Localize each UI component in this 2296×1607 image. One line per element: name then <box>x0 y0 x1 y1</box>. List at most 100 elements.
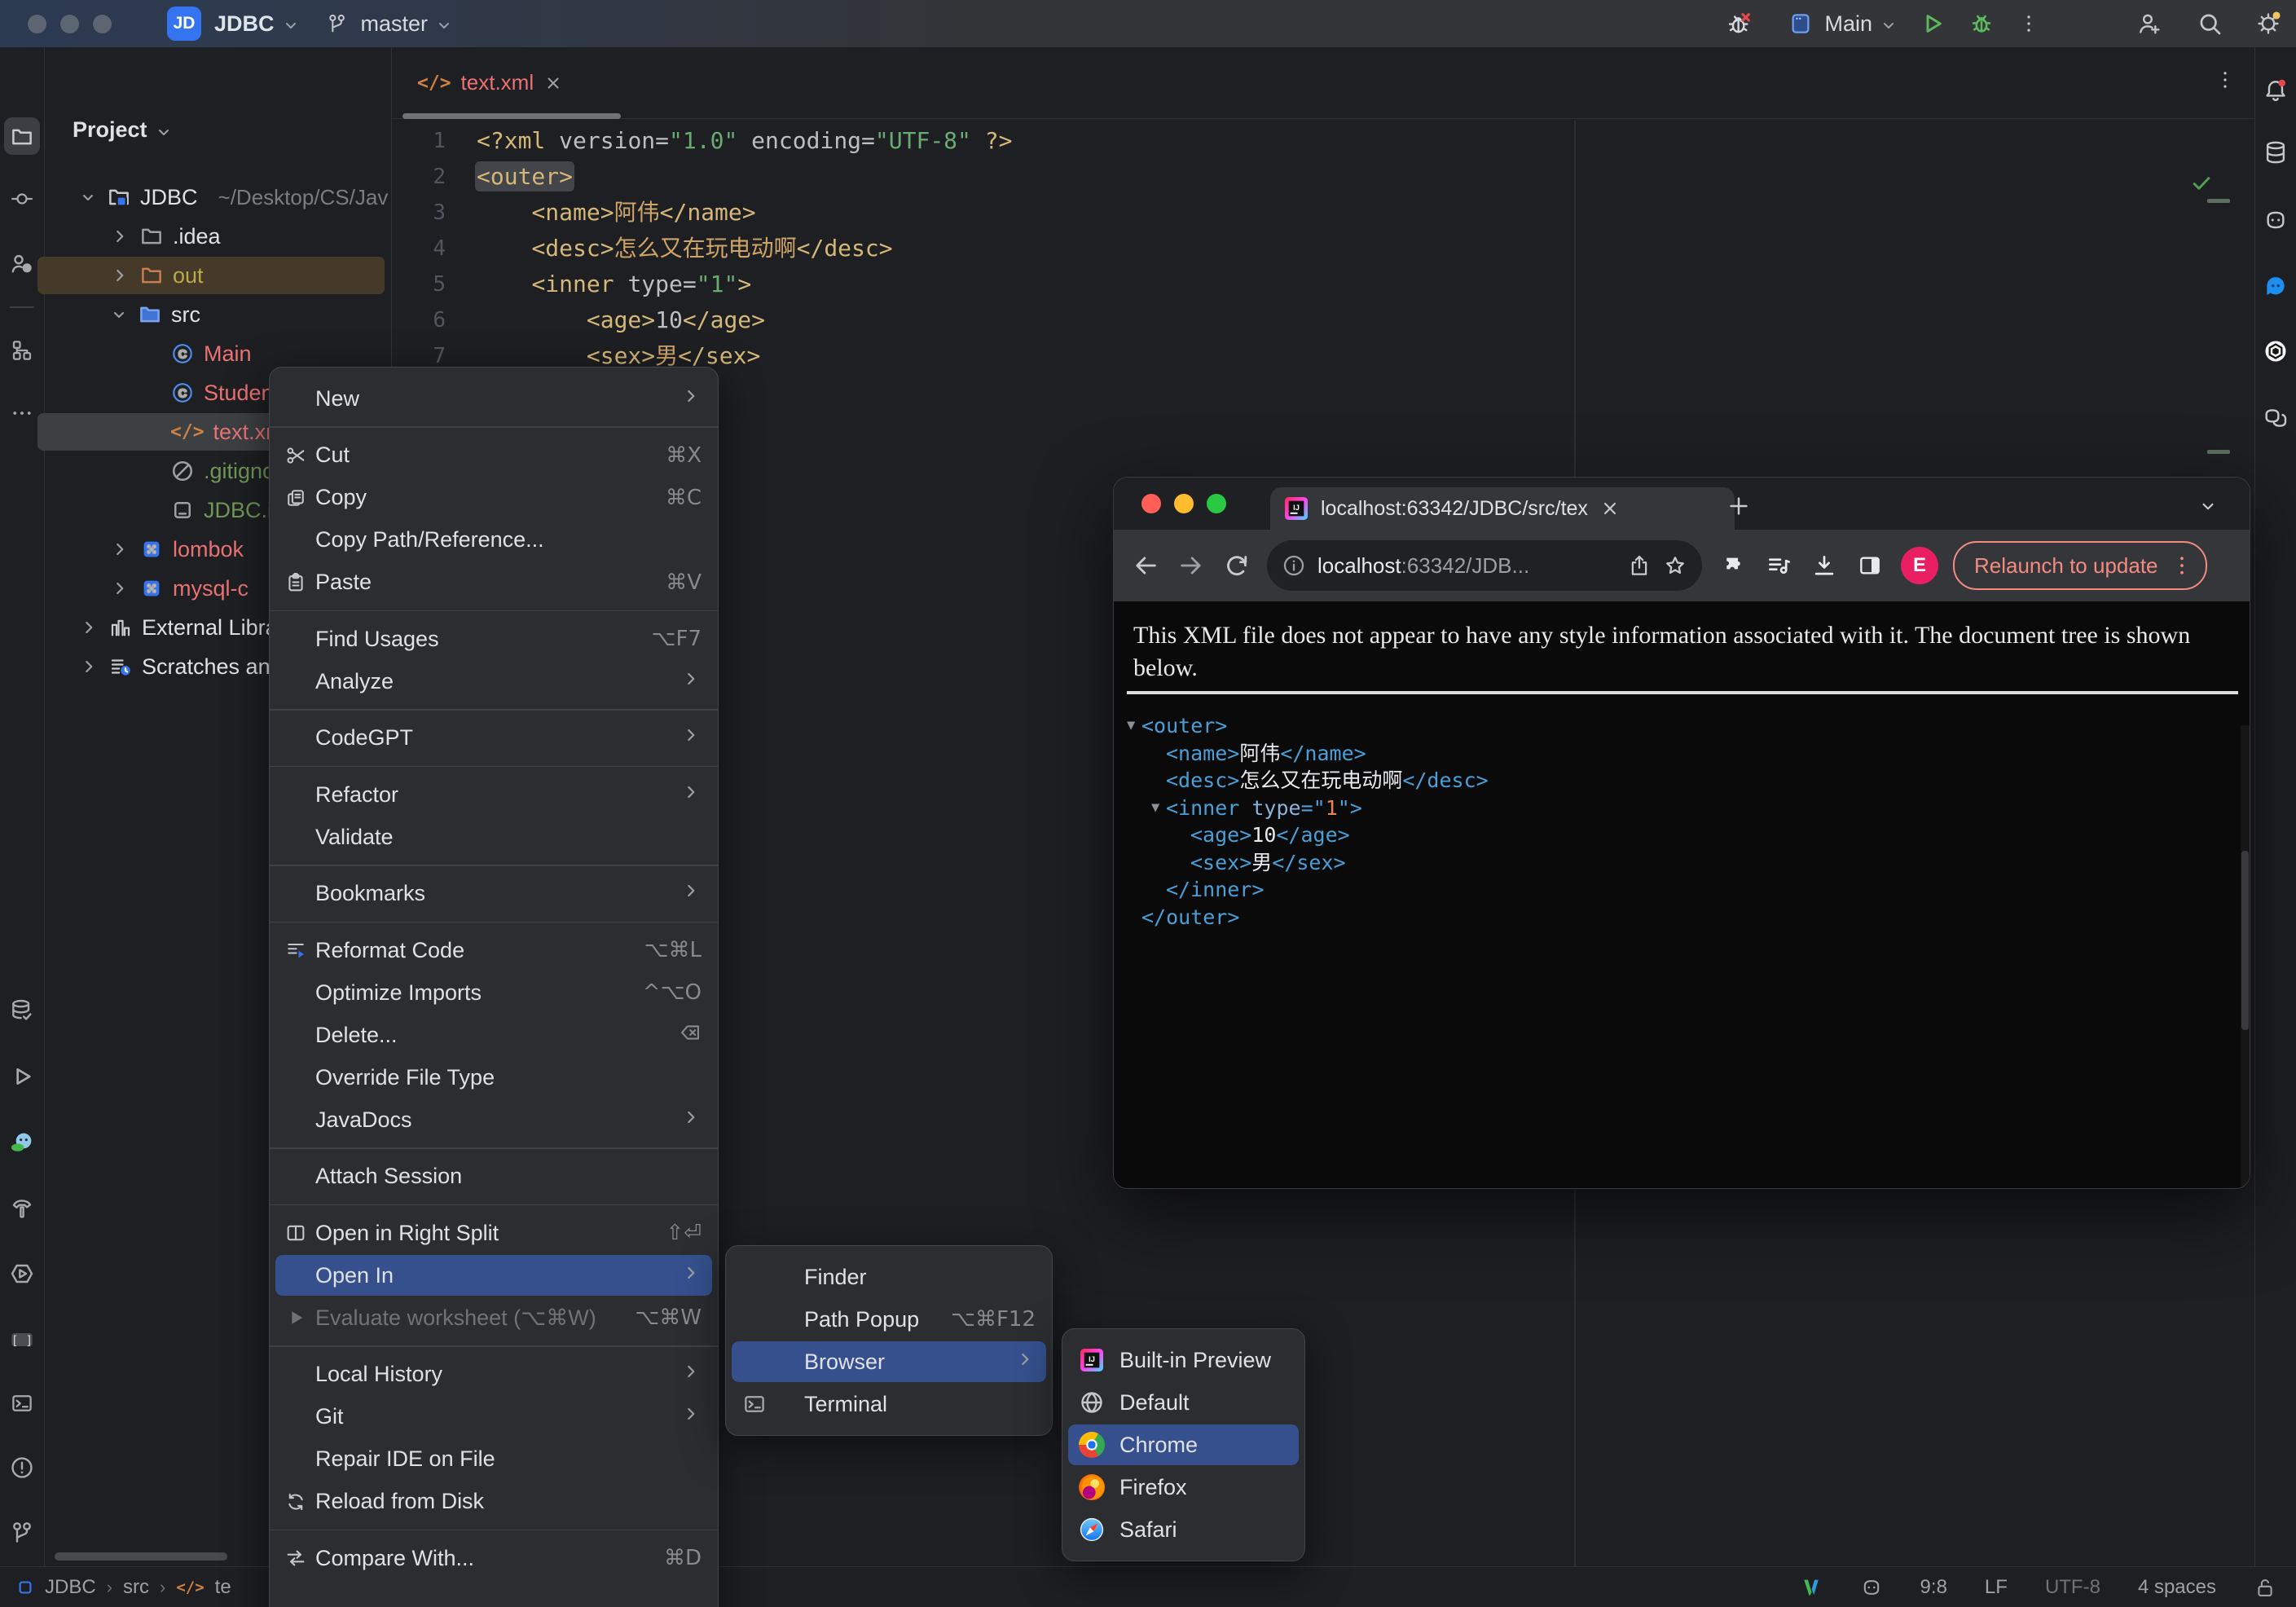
chevron-right-menu-icon[interactable] <box>78 656 99 677</box>
status-4-spaces[interactable]: 4 spaces <box>2138 1576 2216 1599</box>
menu-item-chrome[interactable]: Chrome <box>1062 1424 1304 1466</box>
menu-item-find-usages[interactable]: Find Usages ⌥F7 <box>270 618 718 660</box>
close-window-button[interactable] <box>28 14 46 33</box>
chrome-close-button[interactable] <box>1141 494 1161 513</box>
code-editor[interactable]: 1 <?xml version="1.0" encoding="UTF-8" ?>… <box>392 123 2254 374</box>
run-config-name[interactable]: Main <box>1824 11 1872 37</box>
menu-item-refactor[interactable]: Refactor <box>270 773 718 816</box>
chrome-minimize-button[interactable] <box>1174 494 1194 513</box>
menu-item-open-in[interactable]: Open In <box>270 1254 718 1297</box>
status-utf-8[interactable]: UTF-8 <box>2045 1576 2100 1599</box>
copilot-icon[interactable] <box>2263 207 2289 233</box>
sidebar-panel-icon[interactable] <box>1857 553 1883 579</box>
v-logo-icon[interactable] <box>1800 1576 1823 1599</box>
chevron-right-menu-icon[interactable] <box>78 617 99 638</box>
menu-item-default[interactable]: Default <box>1062 1381 1304 1424</box>
database-icon[interactable] <box>2263 139 2289 165</box>
add-user-icon[interactable] <box>2136 11 2162 37</box>
minimize-window-button[interactable] <box>60 14 79 33</box>
menu-item-path-popup[interactable]: Path Popup ⌥⌘F12 <box>726 1298 1052 1341</box>
chevron-down-icon[interactable] <box>434 15 454 35</box>
breadcrumb-segment[interactable]: src <box>123 1576 149 1599</box>
breadcrumb-segment[interactable]: JDBC <box>45 1576 96 1599</box>
menu-item-delete[interactable]: Delete... <box>270 1014 718 1056</box>
chevron-right-menu-icon[interactable] <box>109 226 130 247</box>
menu-item-git[interactable]: Git <box>270 1396 718 1438</box>
new-tab-icon[interactable] <box>1726 494 1751 518</box>
collapse-triangle-icon[interactable]: ▼ <box>1151 795 1166 822</box>
more-actions-icon[interactable] <box>2017 12 2040 35</box>
breadcrumb-segment[interactable]: te <box>215 1576 231 1599</box>
copilot-small-icon[interactable] <box>1860 1576 1883 1599</box>
menu-item-terminal[interactable]: Terminal <box>726 1383 1052 1425</box>
menu-item-reload-from-disk[interactable]: Reload from Disk <box>270 1481 718 1523</box>
chevron-down-small-icon[interactable] <box>78 187 98 207</box>
chevron-down-icon[interactable] <box>1879 15 1898 35</box>
menu-item-safari[interactable]: Safari <box>1062 1508 1304 1551</box>
menu-item-new[interactable]: New <box>270 377 718 420</box>
menu-item-built-in-preview[interactable]: IJ Built-in Preview <box>1062 1339 1304 1381</box>
settings-gear-icon[interactable] <box>2255 11 2281 37</box>
menu-item-validate[interactable]: Validate <box>270 816 718 858</box>
project-panel-header[interactable]: Project <box>73 117 174 143</box>
menu-item-compare-with[interactable]: Compare With... ⌘D <box>270 1537 718 1579</box>
menu-item-analyze[interactable]: Analyze <box>270 660 718 702</box>
menu-item-open-in-right-split[interactable]: Open in Right Split ⇧⏎ <box>270 1212 718 1254</box>
chrome-tab[interactable]: IJ localhost:63342/JDBC/src/tex <box>1270 487 1735 530</box>
menu-item-browser[interactable]: Browser <box>726 1341 1052 1383</box>
close-icon[interactable] <box>543 73 563 93</box>
site-info-icon[interactable] <box>1282 553 1306 578</box>
status-9-8[interactable]: 9:8 <box>1920 1576 1947 1599</box>
zoom-window-button[interactable] <box>93 14 112 33</box>
close-icon[interactable] <box>1599 498 1621 519</box>
services-hexagon-icon[interactable] <box>9 1261 35 1287</box>
menu-item-copy-path-reference[interactable]: Copy Path/Reference... <box>270 519 718 561</box>
menu-item-copy[interactable]: Copy ⌘C <box>270 477 718 519</box>
forward-icon[interactable] <box>1177 552 1205 579</box>
database-check-icon[interactable] <box>9 997 35 1024</box>
profile-avatar[interactable]: E <box>1901 547 1938 584</box>
menu-item-reformat-code[interactable]: Reformat Code ⌥⌘L <box>270 929 718 971</box>
menu-item-evaluate-worksheet-w[interactable]: Evaluate worksheet (⌥⌘W) ⌥⌘W <box>270 1297 718 1339</box>
inspections-ok-icon[interactable] <box>2189 171 2214 196</box>
address-bar[interactable]: localhost:63342/JDB... <box>1267 540 1702 591</box>
reload-icon[interactable] <box>1223 552 1251 579</box>
lock-open-icon[interactable] <box>2254 1576 2276 1599</box>
copilot-duo-icon[interactable] <box>2263 404 2289 430</box>
project-folder-icon[interactable] <box>9 124 35 150</box>
run-config-icon[interactable] <box>1788 11 1813 36</box>
collapse-triangle-icon[interactable]: ▼ <box>1127 712 1141 740</box>
reading-list-icon[interactable] <box>1766 553 1792 579</box>
notifications-bell-icon[interactable] <box>2263 77 2289 103</box>
scrollbar[interactable] <box>2241 725 2250 1188</box>
download-icon[interactable] <box>1811 553 1837 579</box>
tree-row--idea[interactable]: .idea <box>0 217 391 256</box>
extensions-puzzle-icon[interactable] <box>1722 553 1746 578</box>
tab-search-icon[interactable] <box>2197 495 2219 517</box>
problems-icon[interactable] <box>9 1455 35 1481</box>
string-brackets-icon[interactable]: [ ] <box>9 1327 35 1353</box>
plugin-owl-icon[interactable] <box>9 1129 35 1156</box>
openai-logo-icon[interactable] <box>2263 338 2289 364</box>
menu-item-firefox[interactable]: Firefox <box>1062 1466 1304 1508</box>
version-branch-icon[interactable] <box>9 1520 35 1546</box>
chevron-right-menu-icon[interactable] <box>109 539 130 560</box>
bookmark-star-icon[interactable] <box>1663 553 1687 578</box>
menu-item-attach-session[interactable]: Attach Session <box>270 1156 718 1198</box>
tab-options-icon[interactable] <box>2214 68 2237 91</box>
menu-item-cut[interactable]: Cut ⌘X <box>270 434 718 477</box>
project-name[interactable]: JDBC <box>214 11 275 37</box>
ai-chat-bubble-icon[interactable] <box>2263 274 2289 300</box>
tree-row-out[interactable]: out <box>0 256 391 295</box>
chevron-right-menu-icon[interactable] <box>109 265 130 286</box>
menu-item-local-history[interactable]: Local History <box>270 1354 718 1396</box>
horizontal-scrollbar[interactable] <box>55 1552 227 1561</box>
chevron-right-menu-icon[interactable] <box>109 578 130 599</box>
menu-item-paste[interactable]: Paste ⌘V <box>270 561 718 604</box>
chevron-down-small-icon[interactable] <box>109 305 129 324</box>
status-lf[interactable]: LF <box>1985 1576 2008 1599</box>
debug-button[interactable] <box>1968 11 1995 37</box>
run-button[interactable] <box>1920 11 1946 37</box>
back-icon[interactable] <box>1132 552 1159 579</box>
menu-item-finder[interactable]: Finder <box>726 1256 1052 1298</box>
